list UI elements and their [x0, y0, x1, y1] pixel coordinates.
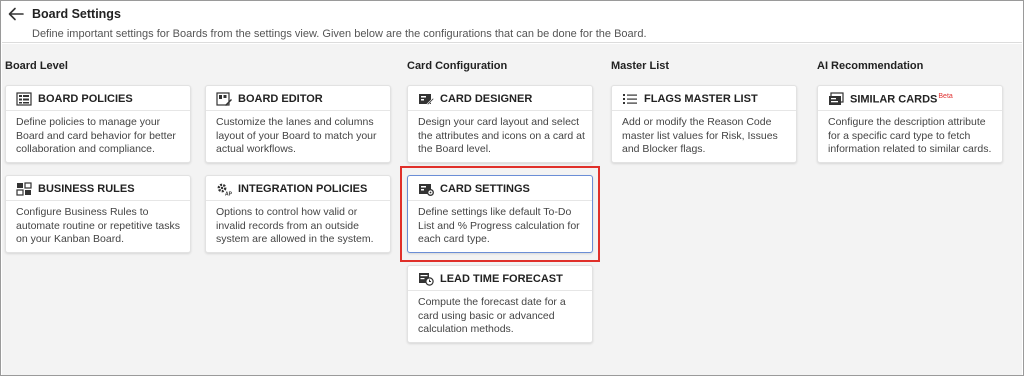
card-description: Add or modify the Reason Code master lis…: [622, 116, 778, 155]
highlight-box: [400, 166, 600, 262]
similar-cards-icon: [829, 92, 844, 105]
card-title: SIMILAR CARDSBeta: [850, 93, 953, 106]
card-title-text: SIMILAR CARDS: [850, 93, 938, 106]
card-description: Define policies to manage your Board and…: [16, 116, 176, 155]
board-policies-card[interactable]: BOARD POLICIES Define policies to manage…: [5, 85, 191, 163]
back-arrow-icon[interactable]: [8, 7, 24, 21]
board-editor-card[interactable]: BOARD EDITOR Customize the lanes and col…: [205, 85, 391, 163]
card-header: BOARD POLICIES: [6, 86, 190, 111]
card-header: API INTEGRATION POLICIES: [206, 176, 390, 201]
integration-policies-card[interactable]: API INTEGRATION POLICIES Options to cont…: [205, 175, 391, 253]
list-icon: [623, 94, 637, 104]
page-title: Board Settings: [32, 7, 121, 21]
api-gear-icon: API: [217, 183, 232, 197]
page-header: Board Settings Define important settings…: [2, 2, 1022, 43]
flags-master-list-card[interactable]: FLAGS MASTER LIST Add or modify the Reas…: [611, 85, 797, 163]
card-description: Configure the description attribute for …: [828, 116, 992, 155]
settings-content: Board Level Card Configuration Master Li…: [2, 44, 1022, 375]
similar-cards-card[interactable]: SIMILAR CARDSBeta Configure the descript…: [817, 85, 1003, 163]
page-subtitle: Define important settings for Boards fro…: [32, 28, 647, 40]
card-title: FLAGS MASTER LIST: [644, 93, 758, 105]
card-title: LEAD TIME FORECAST: [440, 273, 563, 285]
board-settings-window: Board Settings Define important settings…: [0, 0, 1024, 376]
card-header: BUSINESS RULES: [6, 176, 190, 201]
section-title-master-list: Master List: [611, 60, 670, 72]
card-header: FLAGS MASTER LIST: [612, 86, 796, 111]
lead-time-forecast-card[interactable]: LEAD TIME FORECAST Compute the forecast …: [407, 265, 593, 343]
business-rules-card[interactable]: BUSINESS RULES Configure Business Rules …: [5, 175, 191, 253]
card-header: SIMILAR CARDSBeta: [818, 86, 1002, 111]
card-designer-card[interactable]: CARD DESIGNER Design your card layout an…: [407, 85, 593, 163]
card-description: Options to control how valid or invalid …: [216, 206, 374, 245]
card-header: CARD DESIGNER: [408, 86, 592, 111]
board-edit-icon: [216, 92, 232, 106]
rules-icon: [16, 182, 32, 196]
card-description: Design your card layout and select the a…: [418, 116, 585, 155]
card-header: BOARD EDITOR: [206, 86, 390, 111]
svg-text:API: API: [225, 192, 232, 197]
forecast-icon: [419, 273, 434, 286]
card-title: BOARD EDITOR: [238, 93, 323, 105]
card-title: INTEGRATION POLICIES: [238, 183, 368, 195]
card-title: CARD DESIGNER: [440, 93, 533, 105]
card-title: BOARD POLICIES: [38, 93, 133, 105]
beta-badge: Beta: [938, 93, 953, 100]
card-header: LEAD TIME FORECAST: [408, 266, 592, 291]
policy-list-icon: [16, 92, 32, 106]
section-title-board-level: Board Level: [5, 60, 68, 72]
card-description: Configure Business Rules to automate rou…: [16, 206, 181, 245]
card-description: Customize the lanes and columns layout o…: [216, 116, 377, 155]
section-title-card-configuration: Card Configuration: [407, 60, 508, 72]
section-title-ai-recommendation: AI Recommendation: [817, 60, 924, 72]
card-description: Compute the forecast date for a card usi…: [418, 296, 566, 335]
card-title: BUSINESS RULES: [38, 183, 135, 195]
card-edit-icon: [419, 94, 434, 106]
